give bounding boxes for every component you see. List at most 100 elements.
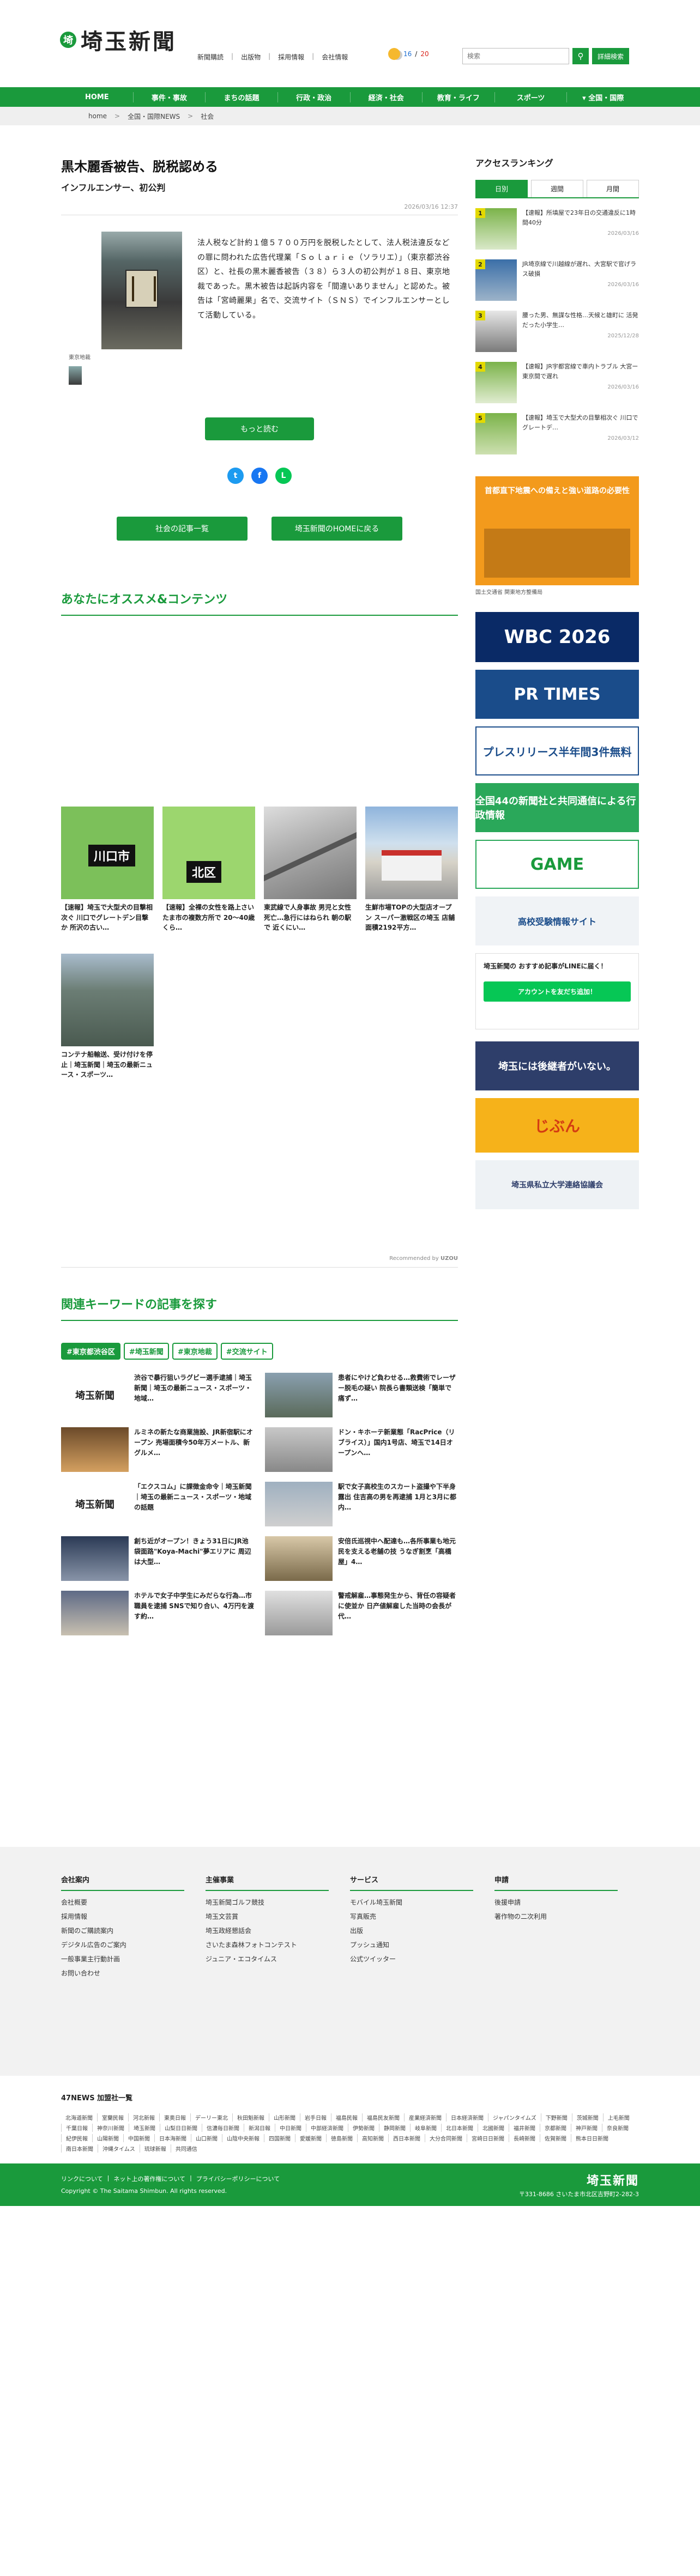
member-paper-link[interactable]: 山陽新聞 (92, 2134, 123, 2142)
member-paper-link[interactable]: 京都新聞 (540, 2124, 571, 2132)
footer-link[interactable]: 採用情報 (61, 1912, 206, 1921)
line-add-friend-button[interactable]: アカウントを友だち追加！ (484, 981, 631, 1002)
member-paper-link[interactable]: 東奥日報 (159, 2113, 190, 2122)
member-paper-link[interactable]: 中日新聞 (275, 2124, 306, 2132)
tag-shibuya[interactable]: #東京都渋谷区 (61, 1343, 120, 1360)
search-button[interactable]: ⚲ (572, 48, 589, 64)
member-paper-link[interactable]: 静岡新聞 (379, 2124, 410, 2132)
member-paper-link[interactable]: 四国新聞 (264, 2134, 295, 2142)
member-paper-link[interactable]: 茨城新聞 (571, 2113, 603, 2122)
member-paper-link[interactable]: 山梨日日新聞 (160, 2124, 202, 2132)
member-paper-link[interactable]: 福井新聞 (509, 2124, 540, 2132)
member-paper-link[interactable]: 北國新聞 (478, 2124, 509, 2132)
ranking-item[interactable]: 2 JR埼京線で川越線が遅れ、大宮駅で官げラス破損 2026/03/16 (475, 259, 639, 301)
member-paper-link[interactable]: 愛媛新聞 (295, 2134, 326, 2142)
keyword-article[interactable]: 患者にやけど負わせる…救費術でレーザー脱毛の疑い 院長ら書類送検「簡単で痛ず… (265, 1373, 458, 1417)
member-paper-link[interactable]: 日本経済新聞 (446, 2113, 488, 2122)
keyword-article[interactable]: 安倍氏巡視中へ配達も…各所事業も地元民を支える老舗の技 うなぎ割烹「高橋屋」4… (265, 1536, 458, 1581)
keyword-article[interactable]: ドン・キホーテ新業態「RacPrice（リブライス）」国内1号店、埼玉で14日オ… (265, 1427, 458, 1472)
search-input[interactable] (462, 48, 569, 64)
footer-link[interactable]: 著作物の二次利用 (494, 1912, 639, 1921)
member-paper-link[interactable]: 福島民報 (331, 2113, 362, 2122)
member-paper-link[interactable]: 秋田魁新報 (232, 2113, 269, 2122)
link-recruit[interactable]: 採用情報 (278, 52, 304, 62)
nav-town[interactable]: まちの話題 (205, 92, 277, 102)
read-more-button[interactable]: もっと読む (205, 417, 314, 440)
member-paper-link[interactable]: 紀伊民報 (61, 2134, 92, 2142)
link-copyright[interactable]: ネット上の著作権について (113, 2174, 185, 2183)
member-paper-link[interactable]: 長崎新聞 (509, 2134, 540, 2142)
ad-game[interactable]: GAME (475, 840, 639, 889)
tab-weekly[interactable]: 週間 (531, 180, 583, 197)
member-paper-link[interactable]: 室蘭民報 (97, 2113, 128, 2122)
advanced-search-button[interactable]: 詳細検索 (592, 48, 630, 64)
nav-incidents[interactable]: 事件・事故 (132, 92, 206, 102)
ad-wbc[interactable]: WBC 2026 (475, 612, 639, 662)
member-paper-link[interactable]: 徳島新聞 (326, 2134, 357, 2142)
ranking-item[interactable]: 5 【速報】埼玉で大型犬の目撃相次ぐ 川口でグレートデ… 2026/03/12 (475, 413, 639, 454)
member-paper-link[interactable]: 宮崎日日新聞 (467, 2134, 509, 2142)
keyword-article[interactable]: 創ち近がオープン！きょう31日にJR池袋面路"Koya-Machi"夢エリアに … (61, 1536, 254, 1581)
footer-link[interactable]: 新聞のご購読案内 (61, 1926, 206, 1935)
member-paper-link[interactable]: 新潟日報 (244, 2124, 275, 2132)
link-privacy[interactable]: プライバシーポリシーについて (196, 2174, 280, 2183)
recommend-card[interactable]: 東武線で人身事故 男児と女性死亡…急行にはねられ 朝の駅で 近くにい… (264, 807, 357, 945)
ad-line[interactable]: 埼玉新聞の おすすめ記事がLINEに届く！ アカウントを友だち追加！ (475, 953, 639, 1029)
nav-economy[interactable]: 経済・社会 (349, 92, 423, 102)
twitter-share-icon[interactable]: t (227, 468, 244, 484)
member-paper-link[interactable]: 共同通信 (170, 2144, 202, 2153)
nav-sports[interactable]: スポーツ (494, 92, 567, 102)
member-paper-link[interactable]: 南日本新聞 (61, 2144, 98, 2153)
footer-link[interactable]: 写真販売 (350, 1912, 494, 1921)
member-paper-link[interactable]: デーリー東北 (190, 2113, 232, 2122)
member-paper-link[interactable]: 日本海新聞 (154, 2134, 191, 2142)
ad-pressrelease[interactable]: プレスリリース半年間3件無料 (475, 726, 639, 775)
member-paper-link[interactable]: 上毛新聞 (602, 2113, 634, 2122)
member-paper-link[interactable]: 下野新聞 (540, 2113, 572, 2122)
footer-link[interactable]: 会社概要 (61, 1898, 206, 1907)
footer-link[interactable]: 埼玉文芸賞 (206, 1912, 350, 1921)
photo-thumbnail[interactable] (69, 366, 82, 385)
member-paper-link[interactable]: 河北新報 (128, 2113, 159, 2122)
member-paper-link[interactable]: 信濃毎日新聞 (202, 2124, 244, 2132)
category-list-button[interactable]: 社会の記事一覧 (117, 517, 248, 541)
ad-tranbi[interactable]: 埼玉には後継者がいない。 (475, 1041, 639, 1090)
link-publications[interactable]: 出版物 (241, 52, 261, 62)
ad-prtimes[interactable]: PR TIMES (475, 670, 639, 719)
crumb-national[interactable]: 全国・国際NEWS (128, 112, 180, 121)
ranking-item[interactable]: 4 【速報】JR宇都宮線で車内トラブル 大宮ー東京間で遅れ 2026/03/16 (475, 362, 639, 403)
member-paper-link[interactable]: 神戸新聞 (571, 2124, 602, 2132)
footer-link[interactable]: さいたま森林フォトコンテスト (206, 1940, 350, 1949)
member-paper-link[interactable]: 山口新聞 (191, 2134, 222, 2142)
keyword-article[interactable]: 埼玉新聞 渋谷で暴行狙いラグビー選手逮捕｜埼玉新聞｜埼玉の最新ニュース・スポーツ・… (61, 1373, 254, 1417)
tab-monthly[interactable]: 月間 (587, 180, 639, 197)
tag-saitama-shimbun[interactable]: #埼玉新聞 (123, 1343, 169, 1360)
member-paper-link[interactable]: 福島民友新聞 (362, 2113, 404, 2122)
member-paper-link[interactable]: 中部経済新聞 (306, 2124, 348, 2132)
member-paper-link[interactable]: 琉球新報 (139, 2144, 171, 2153)
member-paper-link[interactable]: 大分合同新聞 (425, 2134, 467, 2142)
article-photo[interactable] (101, 232, 182, 349)
footer-link[interactable]: 公式ツイッター (350, 1954, 494, 1963)
link-subscribe[interactable]: 新聞購読 (197, 52, 224, 62)
footer-link[interactable]: 一般事業主行動計画 (61, 1954, 206, 1963)
member-paper-link[interactable]: 山陰中央新報 (222, 2134, 264, 2142)
member-paper-link[interactable]: 沖縄タイムス (98, 2144, 140, 2153)
keyword-article[interactable]: 埼玉新聞 「エクスコム」に課徴金命令｜埼玉新聞｜埼玉の最新ニュース・スポーツ・地域… (61, 1482, 254, 1526)
facebook-share-icon[interactable]: f (251, 468, 268, 484)
member-paper-link[interactable]: 岐阜新聞 (410, 2124, 441, 2132)
member-paper-link[interactable]: 熊本日日新聞 (571, 2134, 613, 2142)
member-paper-link[interactable]: 北海道新聞 (61, 2113, 97, 2122)
member-paper-link[interactable]: 神奈川新聞 (92, 2124, 129, 2132)
back-home-button[interactable]: 埼玉新聞のHOMEに戻る (271, 517, 402, 541)
recommend-card[interactable]: 川口市 【速報】埼玉で大型犬の目撃相次ぐ 川口でグレートデン目撃か 所沢の古い… (61, 807, 154, 945)
line-share-icon[interactable]: L (275, 468, 292, 484)
keyword-article[interactable]: ルミネの新たな商業施設、JR新宿駅にオープン 売場面積今50年万メートル、新グル… (61, 1427, 254, 1472)
tab-daily[interactable]: 日別 (475, 180, 528, 197)
footer-link[interactable]: デジタル広告のご案内 (61, 1940, 206, 1949)
link-company[interactable]: 会社情報 (322, 52, 348, 62)
nav-education[interactable]: 教育・ライフ (422, 92, 494, 102)
tag-sns[interactable]: #交流サイト (220, 1343, 273, 1360)
ranking-item[interactable]: 3 腰った男、無謀な性格…天候と雄町に 活発だった小学生… 2025/12/28 (475, 311, 639, 352)
member-paper-link[interactable]: 岩手日報 (300, 2113, 331, 2122)
